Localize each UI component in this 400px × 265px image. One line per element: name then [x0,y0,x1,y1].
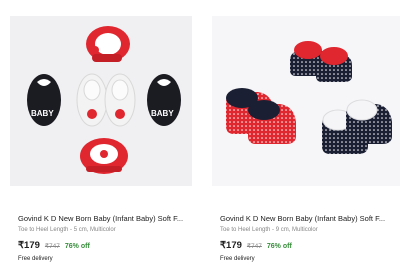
discount-badge: 76% off [266,243,292,250]
product-title[interactable]: Govind K D New Born Baby (Infant Baby) S… [18,214,196,223]
mrp: ₹747 [44,243,60,250]
product-image[interactable]: BABY BABY [10,16,192,186]
product-card[interactable]: BABY BABY Govind K D New Born Baby (Infa… [0,0,200,265]
delivery-info: Free delivery [220,256,255,262]
white-navy-booties-right [322,99,392,154]
product-title[interactable]: Govind K D New Born Baby (Infant Baby) S… [220,214,398,223]
delivery-info: Free delivery [18,256,53,262]
product-card[interactable]: Govind K D New Born Baby (Infant Baby) S… [202,0,400,265]
svg-text:BABY: BABY [31,109,54,118]
red-shoe-bottom [80,138,128,174]
svg-text:BABY: BABY [151,109,174,118]
navy-red-booties-left [226,88,296,144]
product-subtitle: Toe to Heel Length - 9 cm, Multicolor [220,227,318,233]
baby-shoes-illustration: BABY BABY [27,26,181,174]
product-image[interactable] [212,16,400,186]
mrp: ₹747 [246,243,262,250]
red-booties-top [290,41,352,82]
baby-booties-illustration [226,41,392,154]
price-row: ₹179 ₹747 76% off [18,240,90,251]
price-row: ₹179 ₹747 76% off [220,240,292,251]
red-shoe-top [86,26,130,62]
price: ₹179 [220,240,242,251]
discount-badge: 76% off [64,243,90,250]
price: ₹179 [18,240,40,251]
black-shoe-left: BABY [27,74,61,126]
product-subtitle: Toe to Heel Length - 5 cm, Multicolor [18,227,116,233]
white-shoes-pair [76,73,136,127]
black-shoe-right: BABY [147,74,181,126]
